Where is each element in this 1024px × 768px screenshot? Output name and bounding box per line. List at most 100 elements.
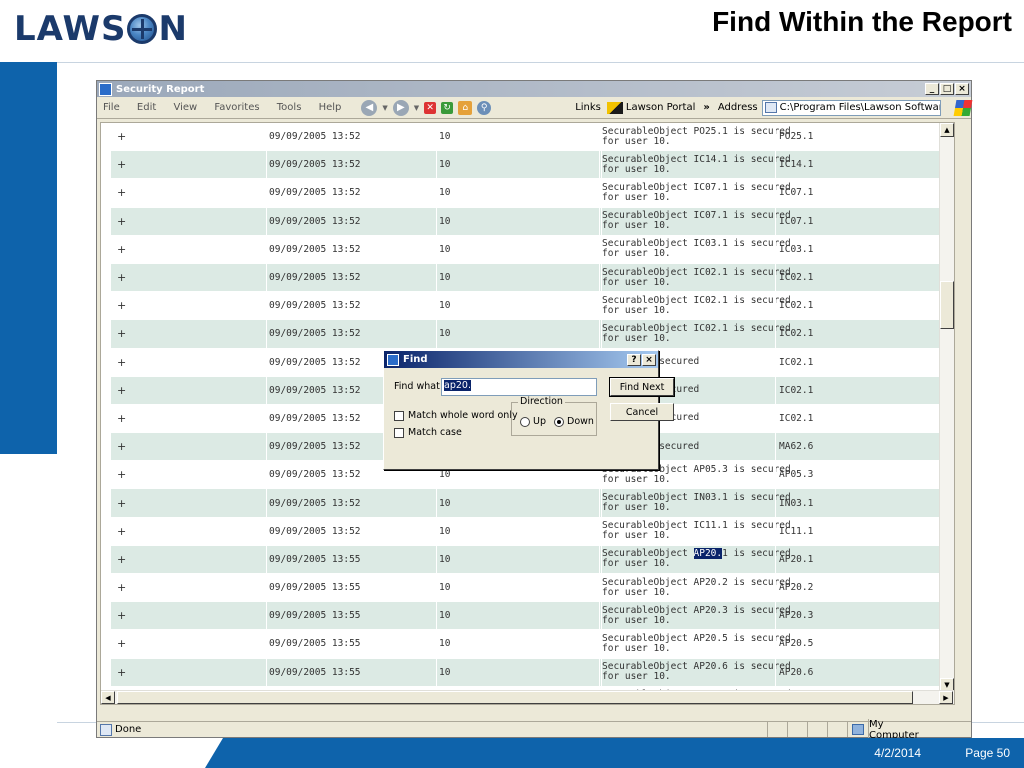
cancel-button[interactable]: Cancel: [610, 403, 674, 421]
address-bar[interactable]: C:\Program Files\Lawson Software\Securit…: [761, 99, 942, 116]
expand-button[interactable]: +: [117, 461, 126, 488]
expand-button[interactable]: +: [117, 264, 126, 291]
find-what-input[interactable]: ap20.: [441, 378, 597, 396]
radio-up[interactable]: [520, 416, 530, 427]
timestamp-cell: 09/09/2005 13:55: [269, 582, 361, 594]
expand-button[interactable]: +: [117, 546, 126, 573]
expand-button[interactable]: +: [117, 377, 126, 404]
expand-button[interactable]: +: [117, 574, 126, 601]
expand-button[interactable]: +: [117, 236, 126, 263]
table-row[interactable]: +09/09/2005 13:52 10 SecurableObject IC03.…: [111, 235, 946, 264]
dropdown-arrow-icon[interactable]: ▼: [414, 104, 419, 112]
find-close-button[interactable]: ×: [642, 353, 656, 366]
message-text-line2: for user 10.: [602, 304, 671, 316]
links-label[interactable]: Links: [575, 102, 601, 113]
direction-down-radio[interactable]: Down: [554, 416, 594, 427]
refresh-icon[interactable]: ↻: [441, 101, 454, 114]
close-button[interactable]: ×: [955, 83, 969, 95]
object-cell: IC02.1: [779, 384, 814, 396]
table-row[interactable]: +09/09/2005 13:55 10 SecurableObject AP20.…: [111, 545, 946, 574]
object-cell: IC02.1: [779, 356, 814, 368]
table-row[interactable]: +09/09/2005 13:52 10 SecurableObject IC02.…: [111, 263, 946, 293]
object-cell: AP20.5: [779, 638, 814, 650]
checkbox-box[interactable]: [394, 410, 404, 421]
table-row[interactable]: +09/09/2005 13:52 10 SecurableObject IC07.…: [111, 179, 946, 208]
scroll-up-button[interactable]: ▲: [940, 123, 954, 137]
expand-button[interactable]: +: [117, 123, 126, 150]
user-cell: 10: [439, 159, 451, 171]
message-text-line2: for user 10.: [602, 502, 671, 514]
object-cell: IN03.1: [779, 497, 814, 509]
expand-button[interactable]: +: [117, 349, 126, 376]
checkbox-box[interactable]: [394, 427, 404, 438]
match-case-checkbox[interactable]: Match case: [394, 427, 462, 438]
table-row[interactable]: +09/09/2005 13:52 10 SecurableObject IN03.…: [111, 489, 946, 518]
scroll-right-button[interactable]: ▶: [939, 691, 953, 704]
object-cell: AP20.1: [779, 553, 814, 565]
table-row[interactable]: +09/09/2005 13:55 10 SecurableObject AP20.…: [111, 574, 946, 603]
home-icon[interactable]: ⌂: [458, 100, 473, 115]
column-divider: [266, 179, 267, 207]
table-row[interactable]: +09/09/2005 13:52 10 SecurableObject IC02.…: [111, 292, 946, 321]
minimize-button[interactable]: _: [925, 83, 939, 95]
table-row[interactable]: +09/09/2005 13:52 10 SecurableObject IC02.…: [111, 320, 946, 349]
chevron-more-icon[interactable]: »: [703, 102, 709, 113]
expand-button[interactable]: +: [117, 179, 126, 206]
column-divider: [436, 151, 437, 179]
menu-file[interactable]: File: [103, 102, 120, 113]
table-row[interactable]: +09/09/2005 13:52 10 SecurableObject PO25.…: [111, 123, 946, 152]
expand-button[interactable]: +: [117, 320, 126, 347]
stop-icon[interactable]: ✕: [424, 101, 437, 114]
horizontal-scrollbar[interactable]: ◀ ▶: [101, 690, 954, 704]
table-row[interactable]: +09/09/2005 13:55 10 SecurableObject AP20.…: [111, 658, 946, 687]
scroll-left-button[interactable]: ◀: [101, 691, 115, 704]
expand-button[interactable]: +: [117, 630, 126, 657]
match-whole-word-checkbox[interactable]: Match whole word only: [394, 410, 518, 421]
expand-button[interactable]: +: [117, 489, 126, 516]
menu-edit[interactable]: Edit: [137, 102, 156, 113]
column-divider: [775, 207, 776, 235]
column-divider: [775, 404, 776, 433]
menu-tools[interactable]: Tools: [277, 102, 302, 113]
expand-button[interactable]: +: [117, 292, 126, 319]
slide: LAWS N Find Within the Report Security Re…: [0, 0, 1024, 768]
hscroll-thumb[interactable]: [117, 691, 913, 704]
scroll-thumb[interactable]: [940, 281, 954, 329]
radio-down[interactable]: [554, 416, 564, 427]
table-row[interactable]: +09/09/2005 13:52 10 SecurableObject IC14.…: [111, 151, 946, 180]
column-divider: [266, 123, 267, 151]
column-divider: [599, 489, 600, 517]
back-icon[interactable]: ◀: [361, 99, 378, 116]
column-divider: [436, 123, 437, 151]
expand-button[interactable]: +: [117, 208, 126, 235]
menu-help[interactable]: Help: [319, 102, 342, 113]
table-row[interactable]: +09/09/2005 13:55 10 SecurableObject AP20.…: [111, 602, 946, 631]
user-cell: 10: [439, 215, 451, 227]
table-row[interactable]: +09/09/2005 13:55 10 SecurableObject AP20.…: [111, 630, 946, 659]
expand-button[interactable]: +: [117, 518, 126, 545]
forward-icon[interactable]: ▶: [392, 99, 409, 116]
help-button[interactable]: ?: [627, 353, 641, 366]
maximize-button[interactable]: □: [940, 83, 954, 95]
direction-up-radio[interactable]: Up: [520, 416, 546, 427]
table-row[interactable]: +09/09/2005 13:52 10 SecurableObject IC07.…: [111, 207, 946, 236]
lawson-portal-link[interactable]: Lawson Portal: [606, 101, 695, 114]
search-icon[interactable]: ⚲: [477, 100, 492, 115]
column-divider: [436, 179, 437, 207]
expand-button[interactable]: +: [117, 433, 126, 460]
dropdown-arrow-icon[interactable]: ▼: [382, 104, 387, 112]
vertical-scrollbar[interactable]: ▲ ▼: [939, 123, 954, 692]
expand-button[interactable]: +: [117, 602, 126, 629]
message-text-line2: for user 10.: [602, 614, 671, 626]
ie-page-icon: [99, 82, 112, 96]
menu-view[interactable]: View: [173, 102, 197, 113]
expand-button[interactable]: +: [117, 405, 126, 432]
menu-favorites[interactable]: Favorites: [214, 102, 259, 113]
message-text-line2: for user 10.: [602, 163, 671, 175]
column-divider: [266, 545, 267, 573]
expand-button[interactable]: +: [117, 151, 126, 178]
expand-button[interactable]: +: [117, 659, 126, 686]
find-next-button[interactable]: Find Next: [609, 377, 675, 397]
column-divider: [599, 658, 600, 686]
table-row[interactable]: +09/09/2005 13:52 10 SecurableObject IC11.…: [111, 517, 946, 546]
